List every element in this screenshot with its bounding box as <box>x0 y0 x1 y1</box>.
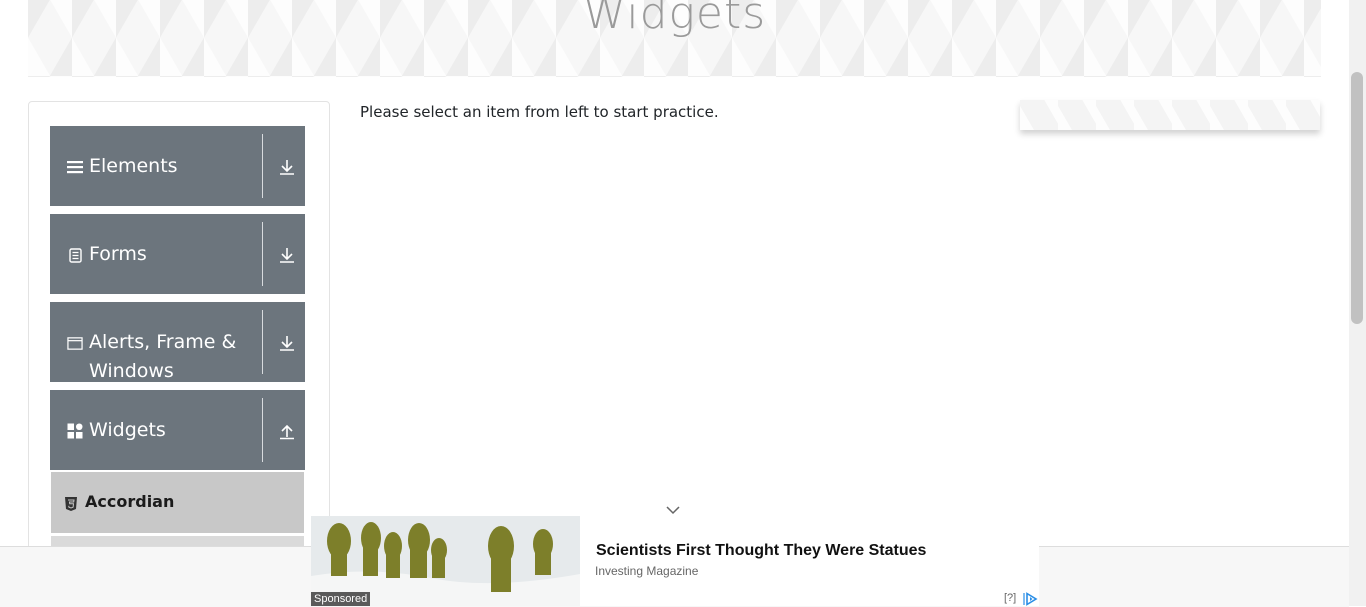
download-arrow-icon[interactable] <box>278 158 296 176</box>
ad-source[interactable]: Investing Magazine <box>595 564 698 578</box>
upload-arrow-icon[interactable] <box>278 422 296 440</box>
left-sidebar: Elements Forms Alerts, Frame & Windows W… <box>28 101 330 573</box>
adchoices-icon[interactable] <box>1022 591 1038 606</box>
sidebar-group-forms[interactable]: Forms <box>50 214 305 294</box>
sidebar-group-alerts[interactable]: Alerts, Frame & Windows <box>50 302 305 382</box>
ad-image[interactable]: Sponsored <box>311 516 580 606</box>
sidebar-group-elements[interactable]: Elements <box>50 126 305 206</box>
sponsored-ad[interactable]: Sponsored Scientists First Thought They … <box>311 516 1039 606</box>
window-icon <box>67 335 83 351</box>
sponsored-label: Sponsored <box>311 592 371 606</box>
chevron-down-icon[interactable] <box>665 501 681 515</box>
document-icon <box>67 247 83 263</box>
sidebar-group-label: Elements <box>89 155 178 177</box>
group-divider <box>262 310 263 374</box>
scrollbar-thumb[interactable] <box>1351 72 1363 324</box>
sidebar-item-label: Accordian <box>85 492 175 511</box>
side-advertisement[interactable] <box>1020 100 1320 130</box>
page-banner: Widgets <box>28 0 1321 77</box>
sidebar-item-accordian[interactable]: Accordian <box>51 472 304 533</box>
widgets-icon <box>67 423 83 439</box>
sidebar-group-widgets[interactable]: Widgets <box>50 390 305 470</box>
group-divider <box>262 222 263 286</box>
download-arrow-icon[interactable] <box>278 334 296 352</box>
group-divider <box>262 398 263 462</box>
instruction-message: Please select an item from left to start… <box>360 103 719 121</box>
page-title: Widgets <box>582 0 767 39</box>
menu-icon <box>67 159 83 175</box>
html5-icon <box>65 496 77 511</box>
sidebar-group-label: Alerts, Frame & Windows <box>89 331 237 382</box>
sidebar-group-label: Forms <box>89 243 147 265</box>
group-divider <box>262 134 263 198</box>
download-arrow-icon[interactable] <box>278 246 296 264</box>
sidebar-group-label: Widgets <box>89 419 166 441</box>
page-scrollbar[interactable] <box>1349 0 1366 606</box>
ad-headline[interactable]: Scientists First Thought They Were Statu… <box>596 542 926 560</box>
ad-help-link[interactable]: [?] <box>1004 592 1016 604</box>
